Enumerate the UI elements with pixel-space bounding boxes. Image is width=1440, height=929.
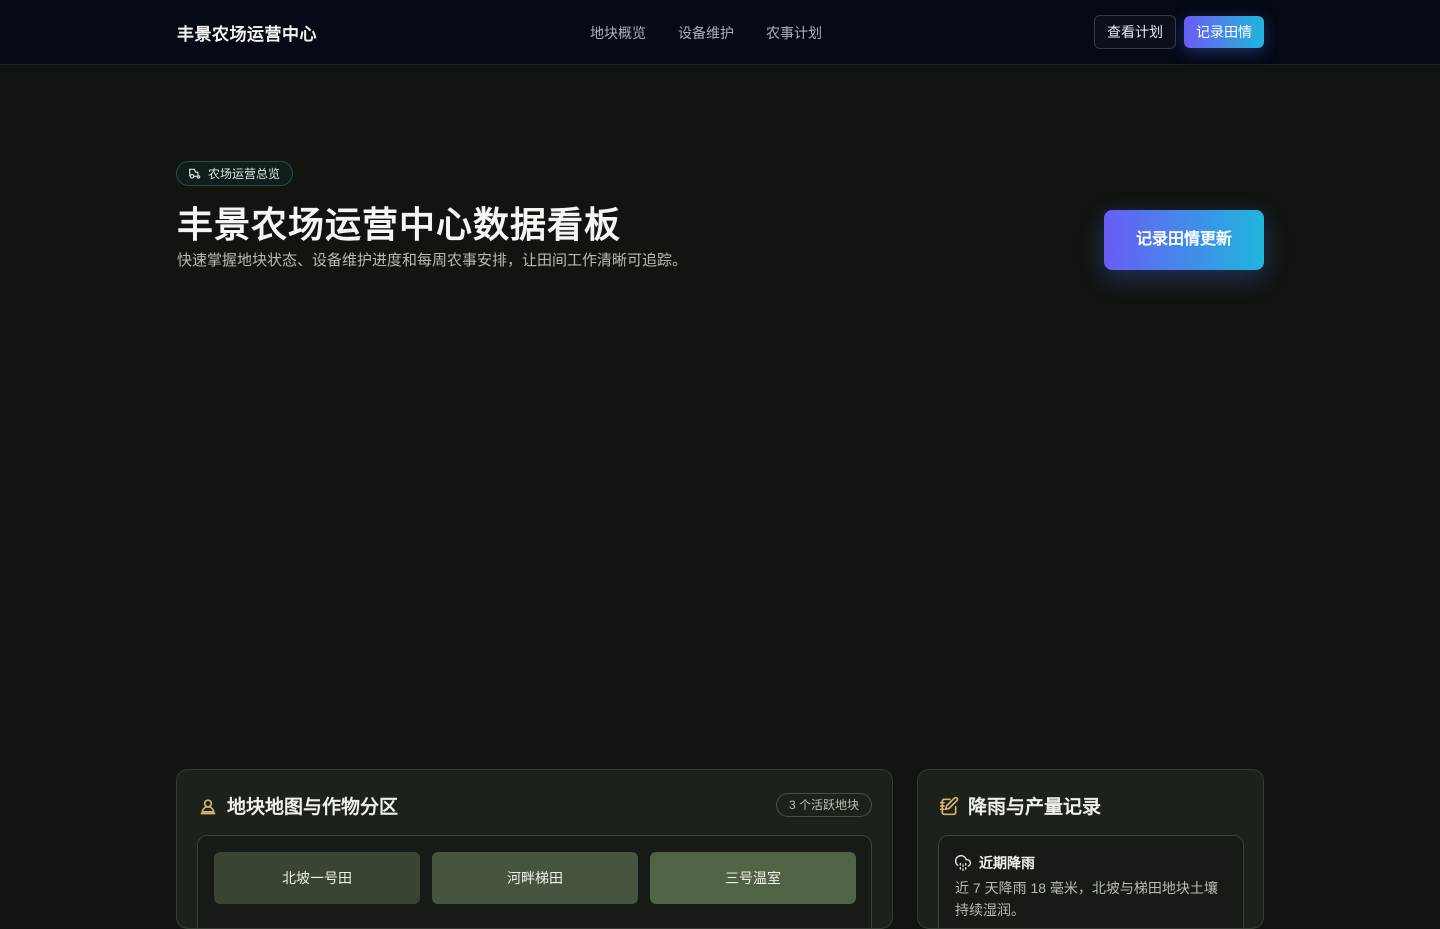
tractor-icon (189, 168, 201, 179)
nav-link-farm-plan[interactable]: 农事计划 (766, 23, 822, 43)
plot-map-grid: 北坡一号田 河畔梯田 三号温室 (197, 835, 872, 928)
main-nav: 地块概览 设备维护 农事计划 (590, 23, 822, 43)
overview-pill: 农场运营总览 (176, 161, 294, 186)
active-plots-badge: 3 个活跃地块 (775, 793, 872, 817)
recent-rain-title: 近期降雨 (979, 855, 1035, 871)
rainfall-yield-card: 降雨与产量记录 近期降雨 近 7 天降雨 18 毫米，北坡与梯田地块土壤持续湿润… (917, 769, 1264, 929)
cloud-rain-icon (955, 855, 971, 871)
recent-rain-header: 近期降雨 (955, 853, 1035, 873)
plot-map-card: 地块地图与作物分区 3 个活跃地块 北坡一号田 河畔梯田 三号温室 (176, 769, 893, 929)
recent-rain-panel: 近期降雨 近 7 天降雨 18 毫米，北坡与梯田地块土壤持续湿润。 (938, 835, 1244, 928)
map-pin-icon (200, 798, 216, 814)
record-field-update-button[interactable]: 记录田情更新 (1104, 210, 1264, 270)
nav-link-plots[interactable]: 地块概览 (590, 23, 646, 43)
plot-tile-north-slope[interactable]: 北坡一号田 (214, 852, 420, 904)
rainfall-card-title: 降雨与产量记录 (968, 797, 1102, 818)
plot-tile-riverside-terrace[interactable]: 河畔梯田 (432, 852, 638, 904)
rainfall-card-header: 降雨与产量记录 (939, 792, 1101, 819)
plot-map-card-title: 地块地图与作物分区 (227, 797, 399, 818)
record-field-button[interactable]: 记录田情 (1184, 16, 1264, 48)
page-title: 丰景农场运营中心数据看板 (177, 204, 622, 245)
page-subtitle: 快速掌握地块状态、设备维护进度和每周农事安排，让田间工作清晰可追踪。 (177, 252, 688, 269)
nav-link-equipment[interactable]: 设备维护 (678, 23, 734, 43)
recent-rain-text: 近 7 天降雨 18 毫米，北坡与梯田地块土壤持续湿润。 (955, 880, 1218, 918)
overview-pill-label: 农场运营总览 (208, 167, 281, 181)
brand-logo-text[interactable]: 丰景农场运营中心 (177, 20, 317, 45)
view-plan-button[interactable]: 查看计划 (1094, 15, 1176, 49)
top-navbar: 丰景农场运营中心 地块概览 设备维护 农事计划 查看计划 记录田情 (0, 0, 1440, 65)
plot-tile-greenhouse-3[interactable]: 三号温室 (650, 852, 856, 904)
notebook-pen-icon (939, 796, 959, 815)
plot-map-card-header: 地块地图与作物分区 (198, 792, 398, 819)
